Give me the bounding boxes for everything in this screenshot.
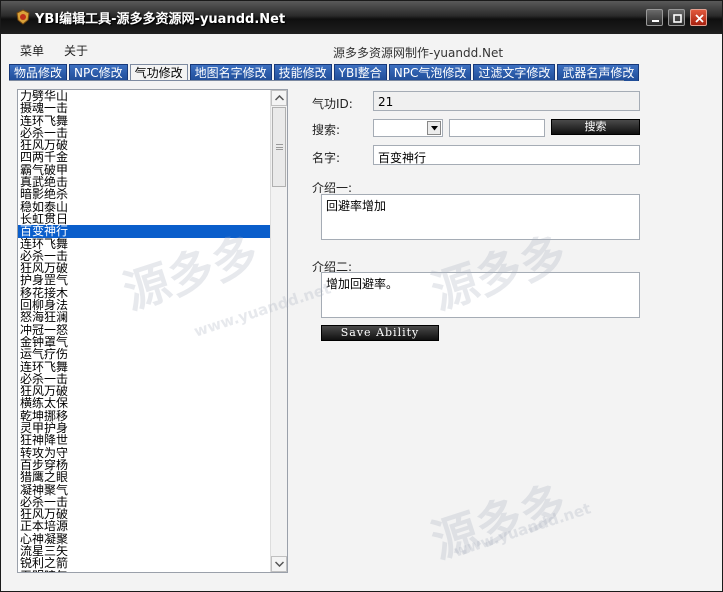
window-title: YBI编辑工具-源多多资源网-yuandd.Net xyxy=(35,12,286,27)
intro1-textarea[interactable]: 回避率增加 xyxy=(321,194,640,240)
maximize-button[interactable] xyxy=(668,9,685,26)
close-icon xyxy=(695,14,704,23)
scroll-down-button[interactable] xyxy=(271,556,287,572)
list-item[interactable]: 狂神降世 xyxy=(18,434,271,446)
title-bar[interactable]: YBI编辑工具-源多多资源网-yuandd.Net xyxy=(1,1,722,34)
scroll-thumb[interactable] xyxy=(272,107,286,187)
list-item[interactable]: 狂风万破 xyxy=(18,139,271,151)
list-item[interactable]: 冲冠一怒 xyxy=(18,324,271,336)
ability-id-field: 21 xyxy=(373,91,640,111)
save-ability-button[interactable]: Save Ability xyxy=(321,325,439,341)
list-item[interactable]: 必杀一击 xyxy=(18,250,271,262)
name-label: 名字: xyxy=(312,151,341,165)
ability-list[interactable]: 力劈华山 摄魂一击 连环飞舞 必杀一击 狂风万破 四两千金 霸气破甲 真武绝击 暗影绝杀 稳如泰山… xyxy=(17,89,288,573)
list-item[interactable]: 正本培源 xyxy=(18,520,271,532)
watermark-logo: 源多多 xyxy=(424,474,573,569)
list-item[interactable]: 回柳身法 xyxy=(18,299,271,311)
list-item[interactable]: 金钟罩气 xyxy=(18,336,271,348)
ability-list-items: 力劈华山 摄魂一击 连环飞舞 必杀一击 狂风万破 四两千金 霸气破甲 真武绝击 暗影绝杀 稳如泰山… xyxy=(18,90,271,572)
list-item[interactable]: 猎鹰之眼 xyxy=(18,471,271,483)
search-input[interactable] xyxy=(449,119,545,137)
maximize-icon xyxy=(673,14,682,23)
app-window: YBI编辑工具-源多多资源网-yuandd.Net 菜单 关于 源多多资源网制作… xyxy=(0,0,723,592)
chevron-down-icon xyxy=(275,561,284,567)
list-item[interactable]: 护身罡气 xyxy=(18,274,271,286)
list-item[interactable]: 长虹贯日 xyxy=(18,213,271,225)
search-label: 搜索: xyxy=(312,123,341,137)
list-item[interactable]: 真武绝击 xyxy=(18,176,271,188)
tab-weapon-fame-edit[interactable]: 武器名声修改 xyxy=(557,64,640,81)
tab-skill-edit[interactable]: 技能修改 xyxy=(273,64,332,81)
list-item[interactable]: 霸气破甲 xyxy=(18,164,271,176)
list-item[interactable]: 乾坤挪移 xyxy=(18,410,271,422)
tab-bar: 物品修改 NPC修改 气功修改 地图名字修改 技能修改 YBI整合 NPC气泡修… xyxy=(9,64,640,81)
menu-item-main[interactable]: 菜单 xyxy=(20,42,44,59)
list-item[interactable]: 心神凝聚 xyxy=(18,533,271,545)
close-button[interactable] xyxy=(690,9,707,26)
list-item[interactable]: 转攻为守 xyxy=(18,447,271,459)
dropdown-arrow-icon xyxy=(431,126,438,131)
list-item[interactable]: 百变神行 xyxy=(18,225,271,238)
menu-item-about[interactable]: 关于 xyxy=(64,42,88,59)
list-item[interactable]: 暗影绝杀 xyxy=(18,188,271,200)
list-scrollbar[interactable] xyxy=(270,90,287,572)
list-item[interactable]: 灵甲护身 xyxy=(18,422,271,434)
tab-ability-edit[interactable]: 气功修改 xyxy=(129,64,188,81)
tab-item-edit[interactable]: 物品修改 xyxy=(9,64,68,81)
tab-npc-bubble-edit[interactable]: NPC气泡修改 xyxy=(388,64,472,81)
list-item[interactable]: 无明暗矢 xyxy=(18,570,271,572)
list-item[interactable]: 怒海狂澜 xyxy=(18,311,271,323)
list-item[interactable]: 凝神聚气 xyxy=(18,484,271,496)
tab-filter-text-edit[interactable]: 过滤文字修改 xyxy=(473,64,556,81)
intro2-textarea[interactable]: 增加回避率。 xyxy=(321,272,640,318)
tab-ybi-merge[interactable]: YBI整合 xyxy=(333,64,387,81)
list-item[interactable]: 摄魂一击 xyxy=(18,102,271,114)
ability-id-label: 气功ID: xyxy=(312,97,353,111)
list-item[interactable]: 稳如泰山 xyxy=(18,201,271,213)
tab-map-name-edit[interactable]: 地图名字修改 xyxy=(189,64,272,81)
list-item[interactable]: 连环飞舞 xyxy=(18,361,271,373)
list-item[interactable]: 锐利之箭 xyxy=(18,557,271,569)
list-item[interactable]: 移花接木 xyxy=(18,287,271,299)
list-item[interactable]: 必杀一击 xyxy=(18,496,271,508)
list-item[interactable]: 连环飞舞 xyxy=(18,238,271,250)
list-item[interactable]: 狂风万破 xyxy=(18,508,271,520)
list-item[interactable]: 流星三矢 xyxy=(18,545,271,557)
app-logo-icon xyxy=(16,9,30,25)
list-item[interactable]: 横练太保 xyxy=(18,397,271,409)
scroll-up-button[interactable] xyxy=(271,90,287,106)
list-item[interactable]: 狂风万破 xyxy=(18,385,271,397)
list-item[interactable]: 狂风万破 xyxy=(18,262,271,274)
search-select[interactable] xyxy=(373,119,443,137)
credit-text: 源多多资源网制作-yuandd.Net xyxy=(333,46,504,60)
list-item[interactable]: 百步穿杨 xyxy=(18,459,271,471)
chevron-up-icon xyxy=(275,95,284,101)
grip-icon xyxy=(276,144,283,150)
minimize-icon xyxy=(652,20,659,22)
search-button[interactable]: 搜索 xyxy=(551,119,640,135)
search-select-toggle[interactable] xyxy=(427,121,441,135)
list-item[interactable]: 连环飞舞 xyxy=(18,115,271,127)
list-item[interactable]: 必杀一击 xyxy=(18,373,271,385)
list-item[interactable]: 力劈华山 xyxy=(18,90,271,102)
list-item[interactable]: 四两千金 xyxy=(18,151,271,163)
tab-npc-edit[interactable]: NPC修改 xyxy=(69,64,128,81)
minimize-button[interactable] xyxy=(646,9,663,26)
watermark-url: www.yuandd.net xyxy=(451,499,594,561)
tab-divider xyxy=(9,80,624,81)
name-field[interactable]: 百变神行 xyxy=(373,145,640,165)
menu-bar: 菜单 关于 源多多资源网制作-yuandd.Net xyxy=(1,34,722,64)
list-item[interactable]: 必杀一击 xyxy=(18,127,271,139)
list-item[interactable]: 运气疗伤 xyxy=(18,348,271,360)
